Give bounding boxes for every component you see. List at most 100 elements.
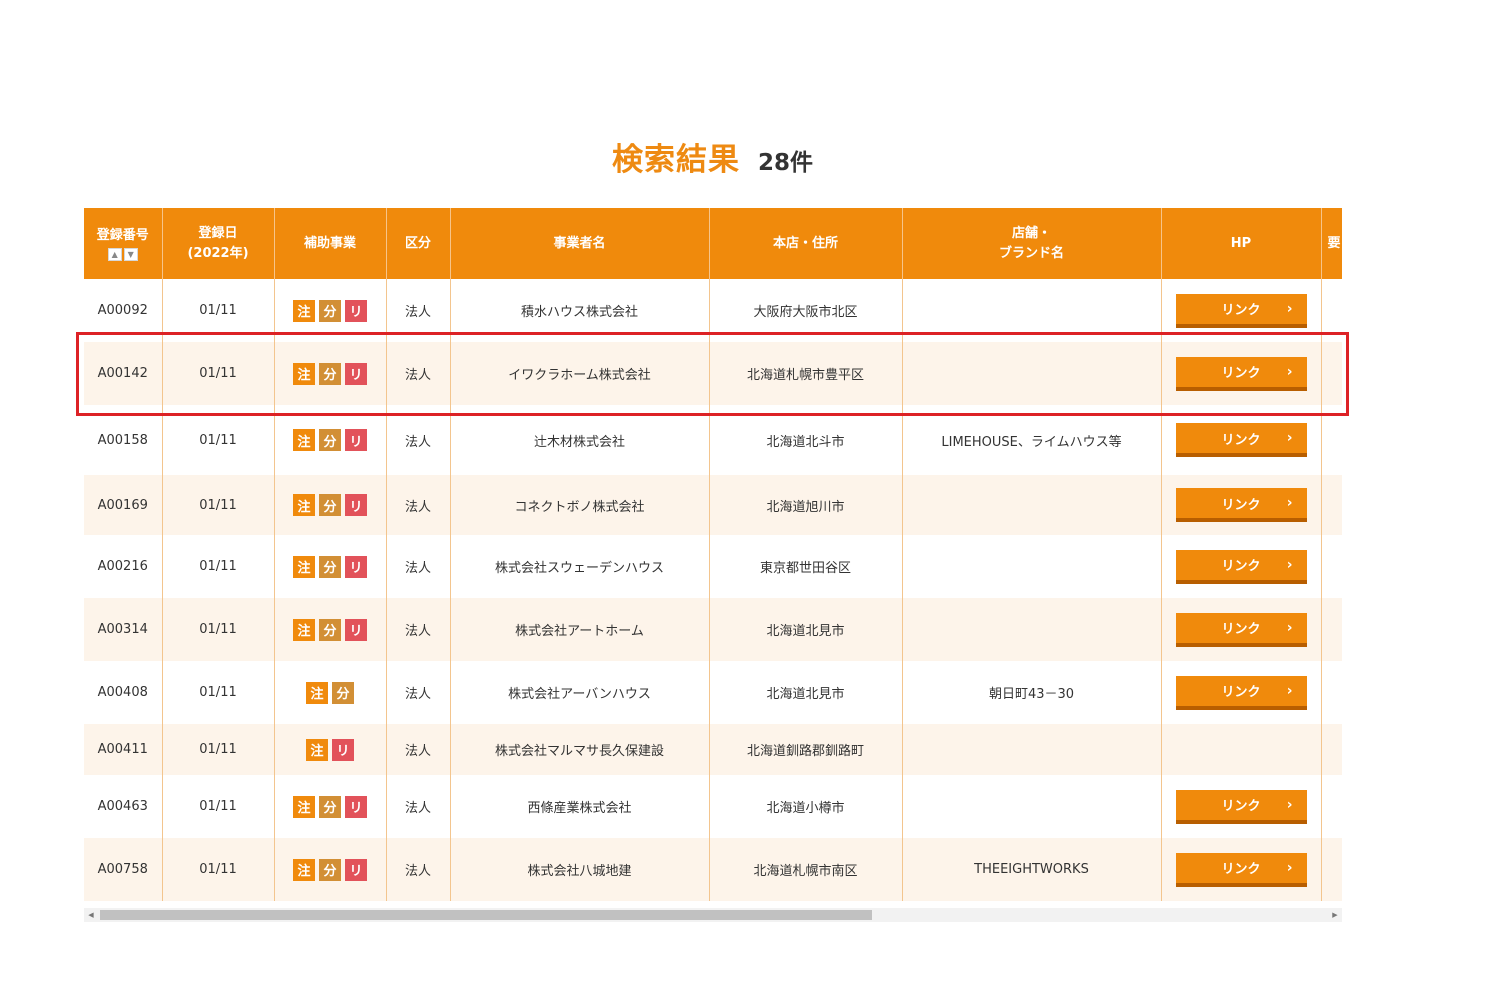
hp-link-button[interactable]: リンク › <box>1175 789 1307 824</box>
subsidy-badges: 注分リ <box>275 429 386 451</box>
badge-ri: リ <box>345 494 367 516</box>
badge-ri: リ <box>345 858 367 881</box>
subsidy-badges: 注分リ <box>275 299 386 322</box>
cell-company: コネクトボノ株式会社 <box>450 475 710 535</box>
cell-hp: リンク › <box>1161 838 1322 901</box>
header-subsidy: 補助事業 <box>274 208 387 279</box>
cell-address: 北海道北見市 <box>709 661 903 724</box>
table-row: A00408 01/11 注分法人 株式会社アーバンハウス 北海道北見市 朝日町43－30… <box>84 661 1342 724</box>
badge-ri: リ <box>345 299 367 322</box>
cell-reg-date: 01/11 <box>162 724 275 775</box>
cell-subsidy: 注分リ <box>274 838 387 901</box>
cell-company: 株式会社アートホーム <box>450 598 710 661</box>
cell-reg-date: 01/11 <box>162 838 275 901</box>
hp-link-button[interactable]: リンク › <box>1175 293 1307 328</box>
sort-asc-icon[interactable]: ▲ <box>107 248 122 261</box>
cell-reg-no: A00408 <box>84 661 163 724</box>
chevron-right-icon: › <box>1286 495 1293 511</box>
badge-chu: 注 <box>293 429 315 451</box>
link-label: リンク <box>1221 622 1261 637</box>
link-label: リンク <box>1221 685 1261 700</box>
cell-category: 法人 <box>386 475 451 535</box>
subsidy-badges: 注分リ <box>275 555 386 578</box>
cell-extra <box>1321 661 1342 724</box>
badge-chu: 注 <box>293 299 315 322</box>
cell-company: 株式会社アーバンハウス <box>450 661 710 724</box>
hp-link-button[interactable]: リンク › <box>1175 488 1307 522</box>
results-table: 登録番号 ▲ ▼ 登録日 (2022年) 補助事業 区分 事業者名 本店・住所 … <box>84 208 1342 901</box>
sort-controls: ▲ ▼ <box>84 248 162 261</box>
header-label-sub: ブランド名 <box>998 245 1064 261</box>
link-label: リンク <box>1221 862 1261 877</box>
subsidy-badges: 注分リ <box>275 618 386 641</box>
cell-reg-no: A00314 <box>84 598 163 661</box>
hp-link-button[interactable]: リンク › <box>1175 675 1307 710</box>
horizontal-scrollbar[interactable]: ◀ ▶ <box>84 908 1342 922</box>
cell-brand <box>902 775 1162 838</box>
chevron-right-icon: › <box>1286 682 1293 699</box>
subsidy-badges: 注分リ <box>275 795 386 818</box>
badge-chu: 注 <box>293 555 315 578</box>
header-brand: 店舗・ ブランド名 <box>902 208 1162 279</box>
hp-link-button[interactable]: リンク › <box>1175 852 1307 887</box>
badge-chu: 注 <box>293 795 315 818</box>
header-label: 登録日 <box>198 225 238 241</box>
subsidy-badges: 注リ <box>275 738 386 761</box>
cell-brand: 朝日町43－30 <box>902 661 1162 724</box>
cell-hp <box>1161 724 1322 775</box>
cell-address: 北海道札幌市南区 <box>709 838 903 901</box>
hp-link-button[interactable]: リンク › <box>1175 423 1307 457</box>
link-label: リンク <box>1221 303 1261 318</box>
cell-company: 株式会社マルマサ長久保建設 <box>450 724 710 775</box>
cell-brand <box>902 724 1162 775</box>
scrollbar-thumb[interactable] <box>100 910 872 920</box>
chevron-right-icon: › <box>1286 430 1293 446</box>
sort-desc-icon[interactable]: ▼ <box>123 248 138 261</box>
cell-subsidy: 注分 <box>274 661 387 724</box>
link-label: リンク <box>1221 799 1261 814</box>
cell-subsidy: 注分リ <box>274 475 387 535</box>
cell-company: 株式会社八城地建 <box>450 838 710 901</box>
link-label: リンク <box>1221 559 1261 574</box>
cell-address: 北海道旭川市 <box>709 475 903 535</box>
hp-link-button[interactable]: リンク › <box>1175 549 1307 584</box>
cell-subsidy: 注分リ <box>274 775 387 838</box>
badge-bun: 分 <box>319 618 341 641</box>
cell-reg-date: 01/11 <box>162 535 275 598</box>
badge-chu: 注 <box>306 738 328 761</box>
subsidy-badges: 注分リ <box>275 494 386 516</box>
badge-ri: リ <box>345 795 367 818</box>
cell-extra <box>1321 598 1342 661</box>
header-extra: 要 <box>1321 208 1342 279</box>
badge-chu: 注 <box>293 618 315 641</box>
header-reg-date: 登録日 (2022年) <box>162 208 275 279</box>
badge-chu: 注 <box>293 494 315 516</box>
cell-category: 法人 <box>386 838 451 901</box>
cell-subsidy: 注分リ <box>274 598 387 661</box>
scroll-right-icon[interactable]: ▶ <box>1328 908 1342 922</box>
header-reg-no: 登録番号 ▲ ▼ <box>84 208 163 279</box>
cell-address: 北海道北見市 <box>709 598 903 661</box>
scroll-left-icon[interactable]: ◀ <box>84 908 98 922</box>
table-row: A00463 01/11 注分リ法人 西條産業株式会社 北海道小樽市 リンク › <box>84 775 1342 838</box>
badge-chu: 注 <box>306 681 328 704</box>
cell-reg-no: A00216 <box>84 535 163 598</box>
cell-address: 北海道釧路郡釧路町 <box>709 724 903 775</box>
hp-link-button[interactable]: リンク › <box>1175 612 1307 647</box>
cell-extra <box>1321 775 1342 838</box>
cell-reg-no: A00411 <box>84 724 163 775</box>
cell-category: 法人 <box>386 661 451 724</box>
cell-extra <box>1321 724 1342 775</box>
badge-bun: 分 <box>319 555 341 578</box>
chevron-right-icon: › <box>1286 859 1293 876</box>
cell-subsidy: 注リ <box>274 724 387 775</box>
subsidy-badges: 注分リ <box>275 858 386 881</box>
badge-bun: 分 <box>319 858 341 881</box>
cell-extra <box>1321 535 1342 598</box>
cell-reg-no: A00758 <box>84 838 163 901</box>
header-category: 区分 <box>386 208 451 279</box>
badge-bun: 分 <box>319 494 341 516</box>
table-row: A00169 01/11 注分リ法人 コネクトボノ株式会社 北海道旭川市 リンク › <box>84 475 1342 535</box>
cell-category: 法人 <box>386 775 451 838</box>
cell-reg-date: 01/11 <box>162 661 275 724</box>
